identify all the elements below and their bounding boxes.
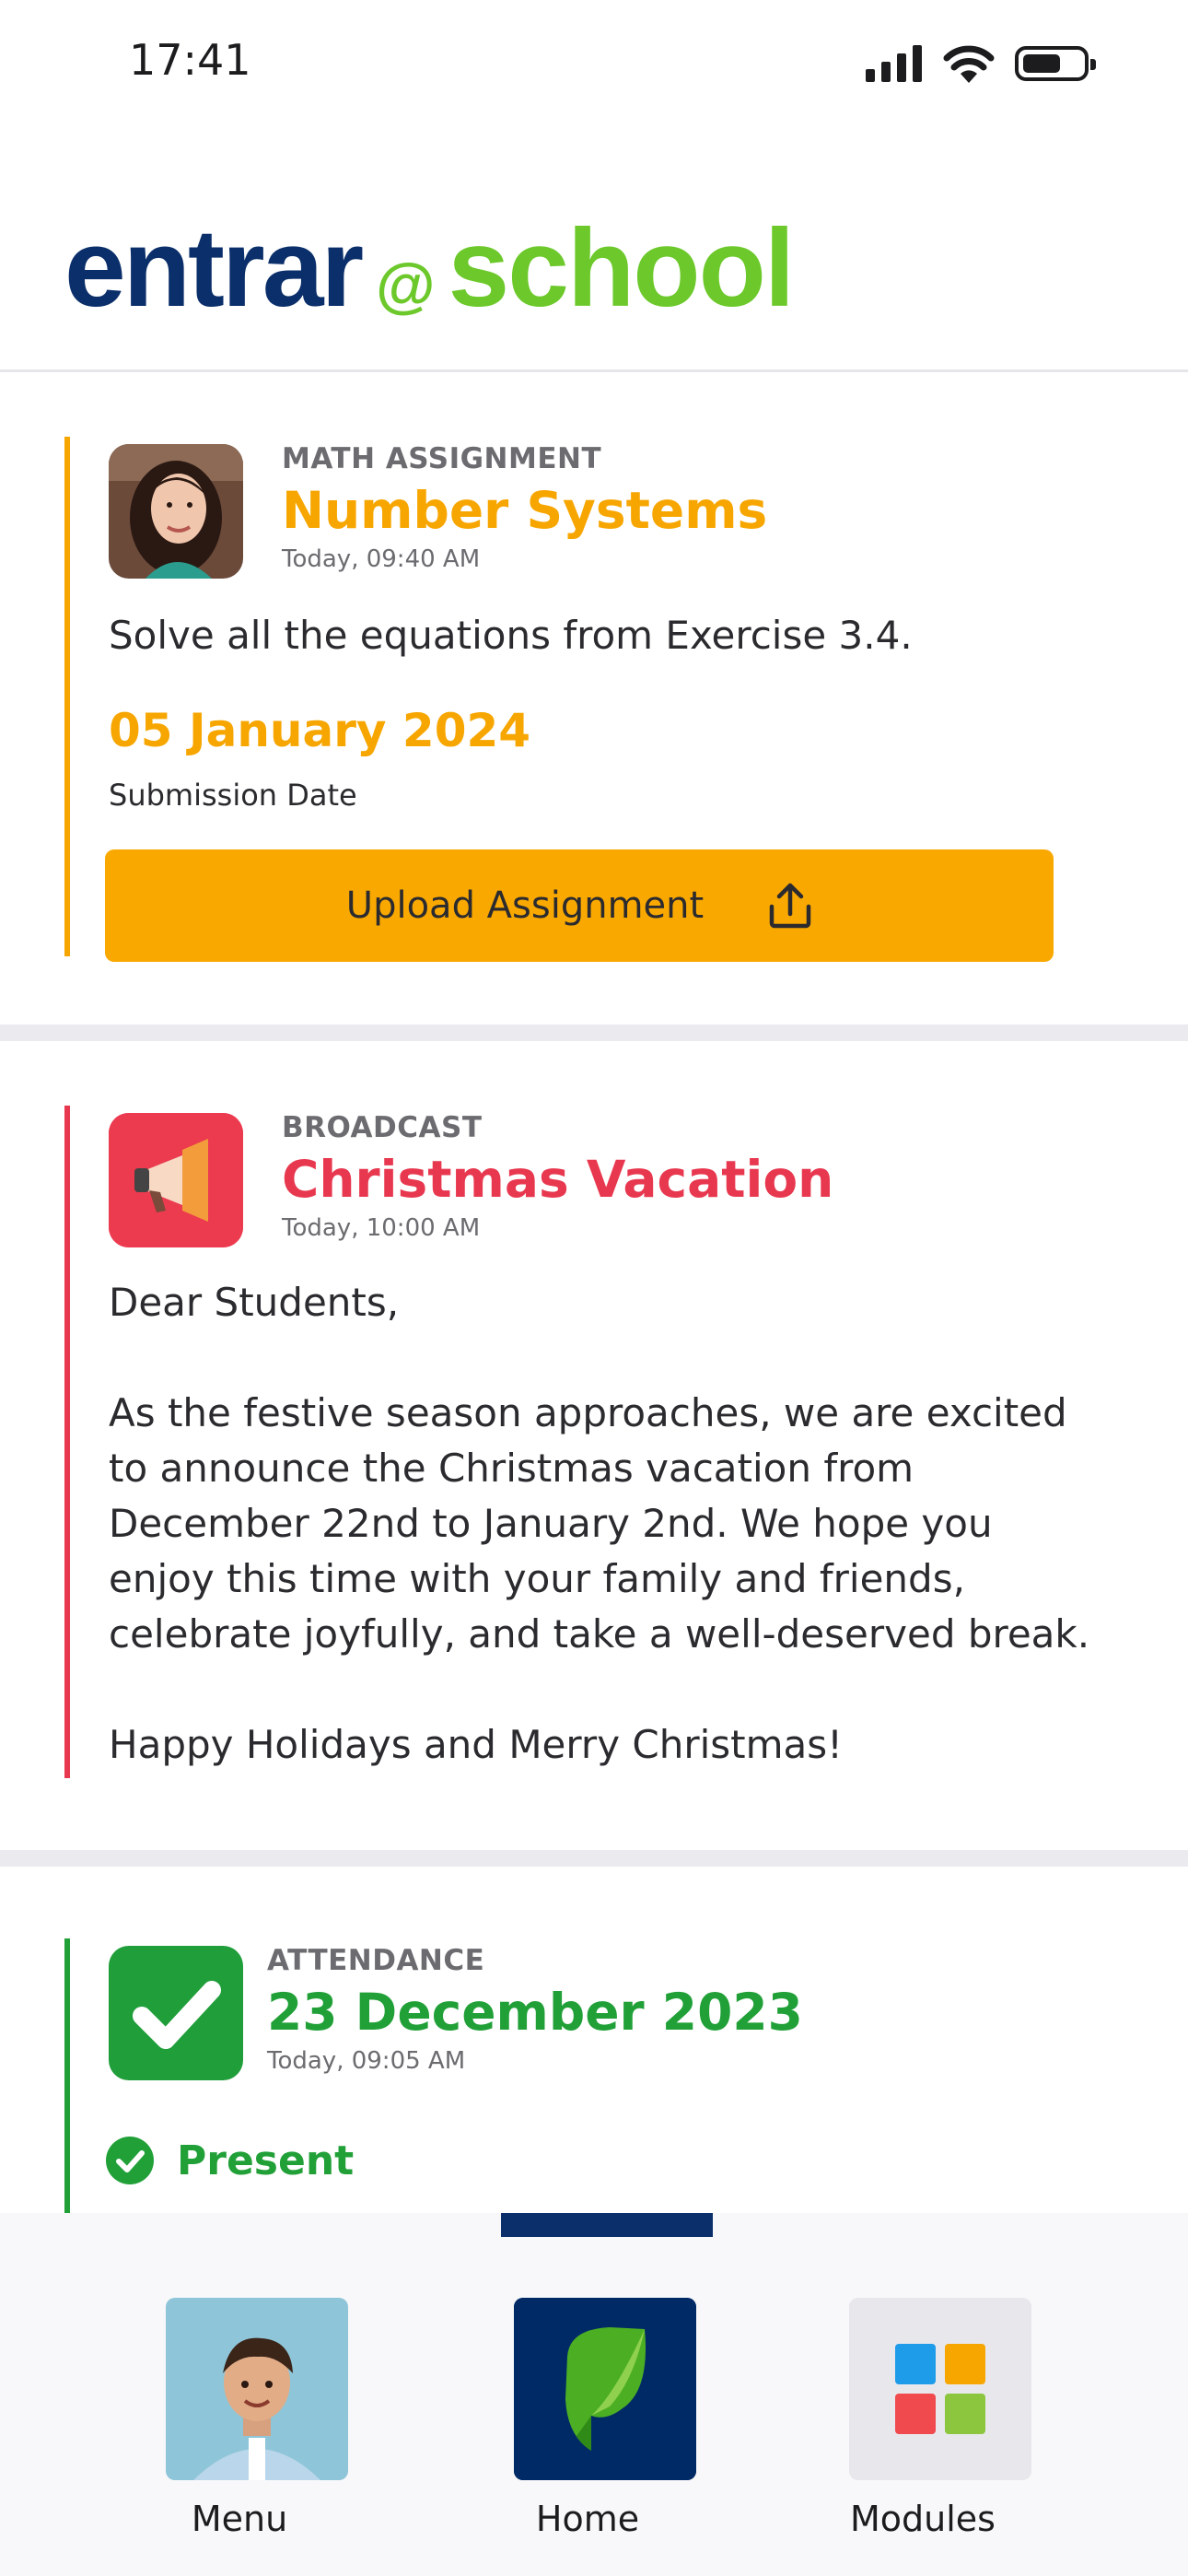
card-accent-bar xyxy=(64,1938,70,2213)
card-title: Number Systems xyxy=(282,481,768,540)
logo-text-entrar: entrar xyxy=(64,206,364,330)
submission-date-label: Submission Date xyxy=(109,778,357,813)
card-accent-bar xyxy=(64,437,70,956)
attendance-card[interactable]: ATTENDANCE 23 December 2023 Today, 09:05… xyxy=(0,1867,1188,2213)
nav-item-modules[interactable]: Modules xyxy=(803,2298,1042,2556)
card-category: BROADCAST xyxy=(282,1111,483,1144)
nav-label-modules: Modules xyxy=(850,2499,996,2539)
teacher-avatar-icon xyxy=(109,444,243,579)
app-logo: entrar @ school xyxy=(64,205,796,332)
card-title: Christmas Vacation xyxy=(282,1150,834,1209)
wifi-icon xyxy=(943,45,995,83)
entrar-leaf-icon xyxy=(514,2298,696,2480)
card-category: MATH ASSIGNMENT xyxy=(282,442,602,475)
card-timestamp: Today, 10:00 AM xyxy=(282,1214,481,1242)
card-body-text: Solve all the equations from Exercise 3.… xyxy=(109,613,913,658)
card-category: ATTENDANCE xyxy=(267,1944,485,1977)
card-timestamp: Today, 09:05 AM xyxy=(267,2047,466,2075)
card-meta: MATH ASSIGNMENT Number Systems Today, 09… xyxy=(282,442,767,573)
upload-icon xyxy=(769,883,811,929)
cellular-signal-icon xyxy=(866,45,922,82)
status-bar: 17:41 xyxy=(0,0,1188,129)
nav-label-home: Home xyxy=(535,2499,640,2539)
app-screen: 17:41 entrar @ school MATH ASSIGNMENT Nu… xyxy=(0,0,1188,2576)
bottom-nav: Menu Home Modules xyxy=(0,2213,1188,2576)
battery-cap xyxy=(1090,59,1096,70)
megaphone-icon xyxy=(109,1113,243,1247)
student-avatar-icon xyxy=(166,2298,348,2480)
battery-icon xyxy=(1015,46,1096,81)
app-header: entrar @ school xyxy=(0,129,1188,372)
nav-label-menu: Menu xyxy=(191,2499,288,2539)
status-icons xyxy=(866,44,1096,83)
logo-text-school: school xyxy=(448,206,796,330)
status-time: 17:41 xyxy=(129,35,251,85)
nav-active-indicator xyxy=(501,2213,713,2237)
card-meta: ATTENDANCE 23 December 2023 Today, 09:05… xyxy=(267,1944,803,2075)
card-accent-bar xyxy=(64,1106,70,1778)
submission-date: 05 January 2024 xyxy=(109,704,531,757)
check-circle-icon xyxy=(106,2137,154,2184)
nav-item-home[interactable]: Home xyxy=(468,2298,707,2556)
attendance-status-label: Present xyxy=(177,2137,355,2184)
feed[interactable]: MATH ASSIGNMENT Number Systems Today, 09… xyxy=(0,372,1188,2213)
card-title: 23 December 2023 xyxy=(267,1983,803,2042)
upload-assignment-label: Upload Assignment xyxy=(345,884,705,927)
battery-level xyxy=(1023,54,1060,73)
nav-item-menu[interactable]: Menu xyxy=(120,2298,359,2556)
modules-grid-icon xyxy=(849,2298,1031,2480)
card-timestamp: Today, 09:40 AM xyxy=(282,545,481,573)
logo-text-at: @ xyxy=(376,251,436,319)
broadcast-card[interactable]: BROADCAST Christmas Vacation Today, 10:0… xyxy=(0,1041,1188,1850)
checkmark-icon xyxy=(109,1946,243,2080)
card-meta: BROADCAST Christmas Vacation Today, 10:0… xyxy=(282,1111,833,1242)
assignment-card[interactable]: MATH ASSIGNMENT Number Systems Today, 09… xyxy=(0,372,1188,1025)
attendance-status: Present xyxy=(105,2136,354,2185)
card-body-text: Dear Students, As the festive season app… xyxy=(109,1280,1090,1767)
upload-assignment-button[interactable]: Upload Assignment xyxy=(105,849,1054,962)
